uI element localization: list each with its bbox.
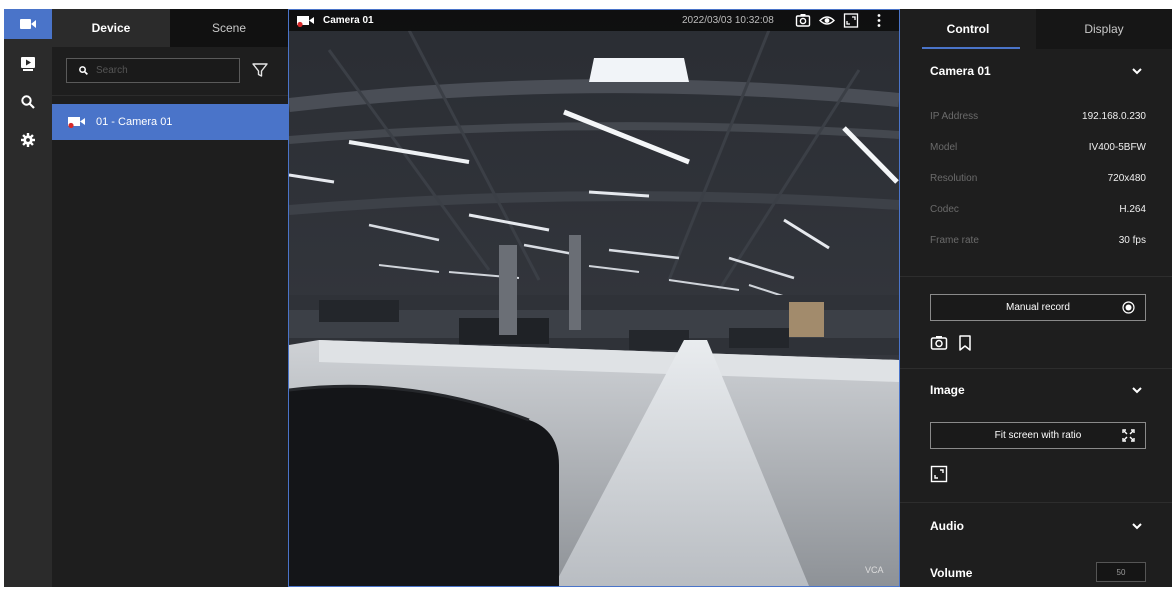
- fit-screen-label: Fit screen with ratio: [994, 430, 1082, 441]
- rail-playback-button[interactable]: [4, 49, 52, 79]
- manual-record-button[interactable]: Manual record: [930, 294, 1146, 321]
- info-row-ip: IP Address 192.168.0.230: [930, 111, 1146, 127]
- manual-record-label: Manual record: [1006, 302, 1070, 313]
- device-list-item[interactable]: 01 - Camera 01: [52, 104, 288, 140]
- camera-feed-image: [289, 10, 899, 586]
- camera-record-icon: [297, 15, 314, 27]
- tab-scene[interactable]: Scene: [170, 9, 288, 47]
- rail-live-view-button[interactable]: [4, 9, 52, 39]
- image-section-header[interactable]: Image: [900, 379, 1172, 401]
- device-label: 01 - Camera 01: [96, 116, 173, 128]
- filter-button[interactable]: [251, 61, 269, 79]
- control-tabs: Control Display: [900, 9, 1172, 49]
- tab-display[interactable]: Display: [1036, 9, 1172, 49]
- rail-settings-button[interactable]: [4, 125, 52, 155]
- chevron-down-icon: [1132, 68, 1142, 75]
- audio-section-title: Audio: [930, 519, 964, 533]
- search-box: [66, 58, 240, 83]
- device-panel: Device Scene 01 - Camera 01: [52, 9, 288, 587]
- fit-screen-icon[interactable]: [843, 13, 859, 28]
- rail-search-button[interactable]: [4, 87, 52, 117]
- record-dot-icon: [1122, 301, 1135, 314]
- divider: [52, 95, 288, 96]
- info-value: IV400-5BFW: [1088, 142, 1146, 153]
- chevron-down-icon: [1132, 523, 1142, 530]
- search-input[interactable]: [96, 65, 236, 76]
- info-value: H.264: [1119, 204, 1146, 215]
- viewer-title-bar: Camera 01 2022/03/03 10:32:08: [289, 10, 899, 31]
- info-label: Resolution: [930, 173, 978, 184]
- app-window: Device Scene 01 - Camera 01 Camera 01 20…: [4, 9, 1172, 587]
- info-value: 30 fps: [1118, 235, 1146, 246]
- snapshot-icon[interactable]: [930, 334, 948, 352]
- info-label: IP Address: [930, 111, 979, 122]
- info-row-codec: Codec H.264: [930, 204, 1146, 220]
- tab-device[interactable]: Device: [52, 9, 170, 47]
- chevron-down-icon: [1132, 387, 1142, 394]
- fit-screen-icon[interactable]: [930, 465, 948, 483]
- device-tabs: Device Scene: [52, 9, 288, 47]
- search-icon: [21, 95, 35, 109]
- search-icon: [79, 66, 88, 75]
- camera-record-icon: [68, 117, 85, 128]
- info-row-model: Model IV400-5BFW: [930, 142, 1146, 158]
- eye-icon[interactable]: [819, 13, 835, 28]
- camera-section-header[interactable]: Camera 01: [900, 60, 1172, 82]
- playback-icon: [21, 57, 35, 71]
- info-label: Codec: [930, 204, 959, 215]
- divider: [900, 276, 1172, 277]
- control-panel: Control Display Camera 01 IP Address 192…: [900, 9, 1172, 587]
- expand-icon: [1122, 429, 1135, 442]
- info-label: Model: [930, 142, 958, 153]
- icon-rail: [4, 9, 52, 587]
- camera-viewer[interactable]: Camera 01 2022/03/03 10:32:08 VCA: [288, 9, 900, 587]
- vca-label: VCA: [865, 565, 884, 575]
- tab-control[interactable]: Control: [900, 9, 1036, 49]
- bookmark-icon[interactable]: [956, 334, 974, 352]
- info-row-resolution: Resolution 720x480: [930, 173, 1146, 189]
- volume-label: Volume: [930, 566, 973, 580]
- snapshot-icon[interactable]: [795, 13, 811, 28]
- info-label: Frame rate: [930, 235, 979, 246]
- volume-input[interactable]: 50: [1096, 562, 1146, 582]
- image-section-title: Image: [930, 383, 965, 397]
- audio-section-header[interactable]: Audio: [900, 515, 1172, 537]
- more-vert-icon[interactable]: [875, 13, 883, 28]
- divider: [900, 502, 1172, 503]
- viewer-timestamp: 2022/03/03 10:32:08: [682, 15, 774, 26]
- info-row-frame-rate: Frame rate 30 fps: [930, 235, 1146, 251]
- info-value: 192.168.0.230: [1082, 111, 1146, 122]
- divider: [900, 368, 1172, 369]
- camera-section-title: Camera 01: [930, 64, 991, 78]
- filter-icon: [252, 63, 268, 77]
- viewer-title: Camera 01: [323, 15, 374, 26]
- video-camera-icon: [20, 19, 36, 29]
- fit-screen-button[interactable]: Fit screen with ratio: [930, 422, 1146, 449]
- gear-icon: [21, 133, 35, 147]
- info-value: 720x480: [1107, 173, 1146, 184]
